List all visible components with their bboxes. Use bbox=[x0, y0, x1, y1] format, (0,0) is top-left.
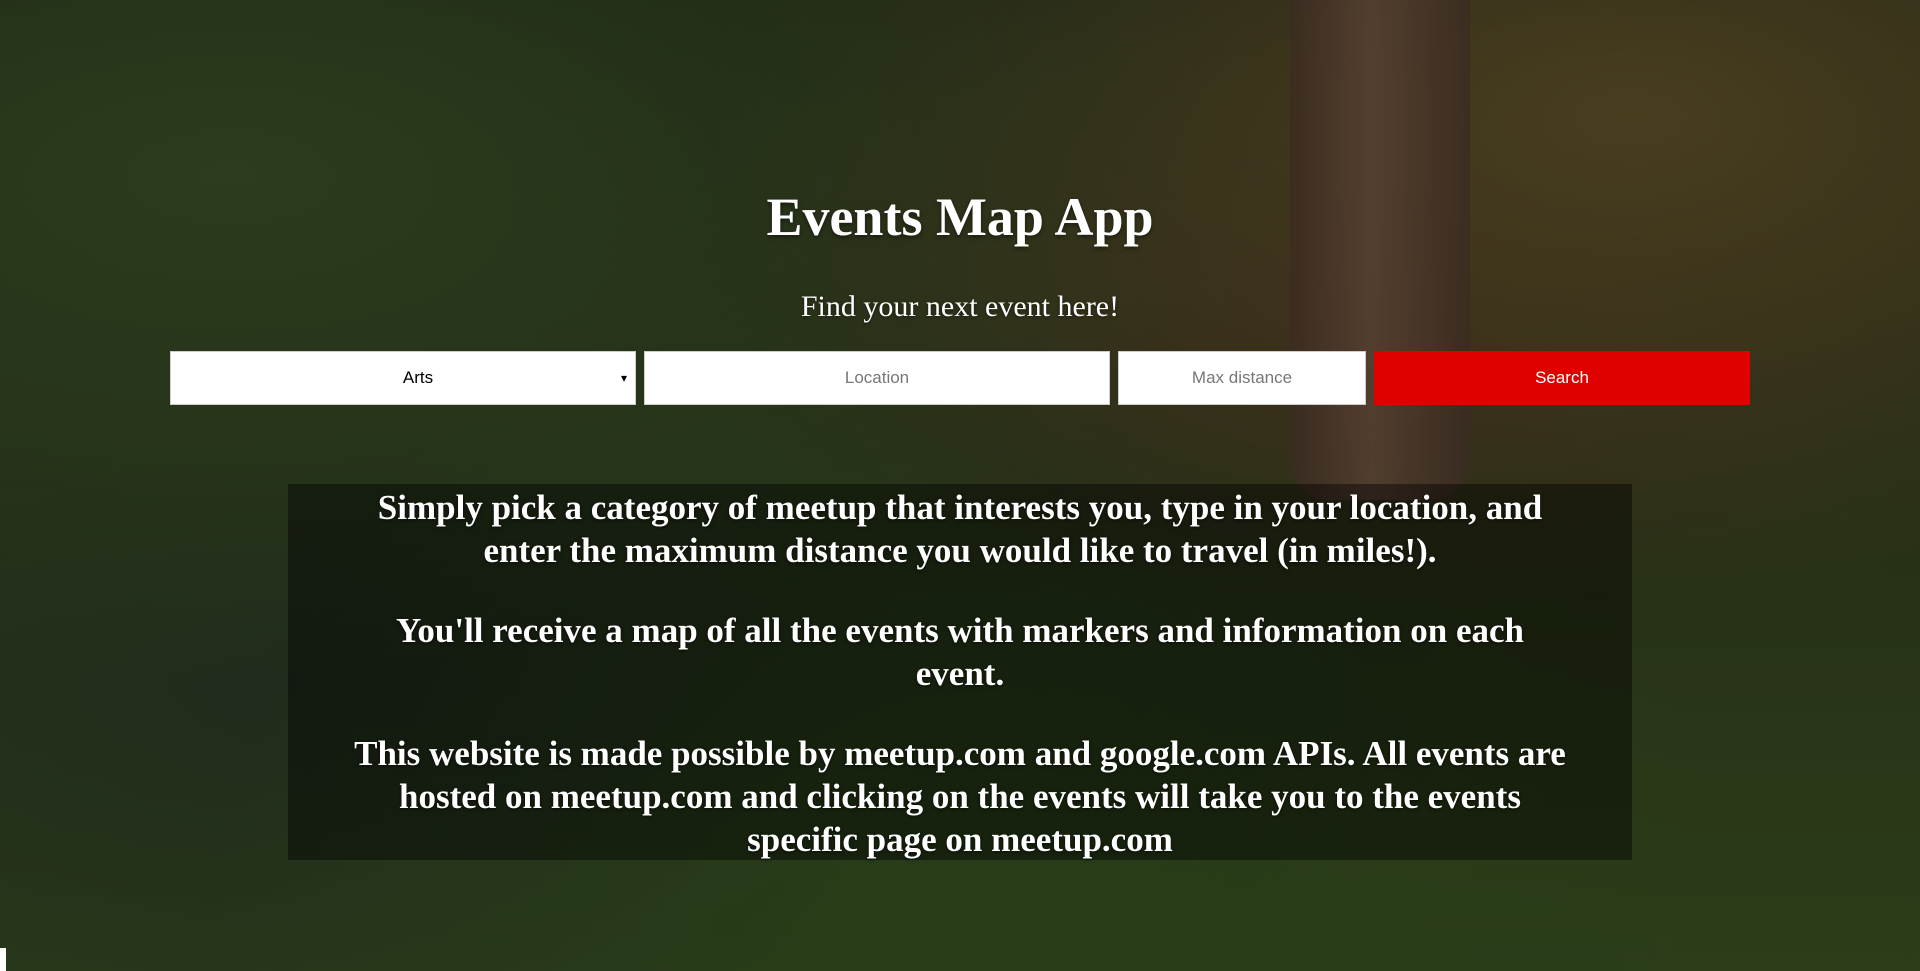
category-select[interactable]: Arts ▾ bbox=[170, 351, 636, 405]
search-button[interactable]: Search bbox=[1374, 351, 1750, 405]
info-panel: Simply pick a category of meetup that in… bbox=[288, 484, 1632, 860]
location-input[interactable] bbox=[644, 351, 1110, 405]
category-selected-value: Arts bbox=[402, 368, 434, 387]
chevron-down-icon: ▾ bbox=[620, 371, 627, 385]
info-paragraph-result: You'll receive a map of all the events w… bbox=[395, 611, 1524, 693]
page-subtitle: Find your next event here! bbox=[800, 290, 1120, 323]
info-paragraph-credits: This website is made possible by meetup.… bbox=[354, 734, 1566, 859]
background-tree-trunk bbox=[1290, 0, 1470, 500]
corner-mark bbox=[0, 948, 6, 971]
page-title: Events Map App bbox=[766, 187, 1154, 247]
search-form: Arts ▾ Search bbox=[170, 351, 1750, 405]
max-distance-input[interactable] bbox=[1118, 351, 1366, 405]
info-paragraph-instructions: Simply pick a category of meetup that in… bbox=[377, 488, 1543, 570]
